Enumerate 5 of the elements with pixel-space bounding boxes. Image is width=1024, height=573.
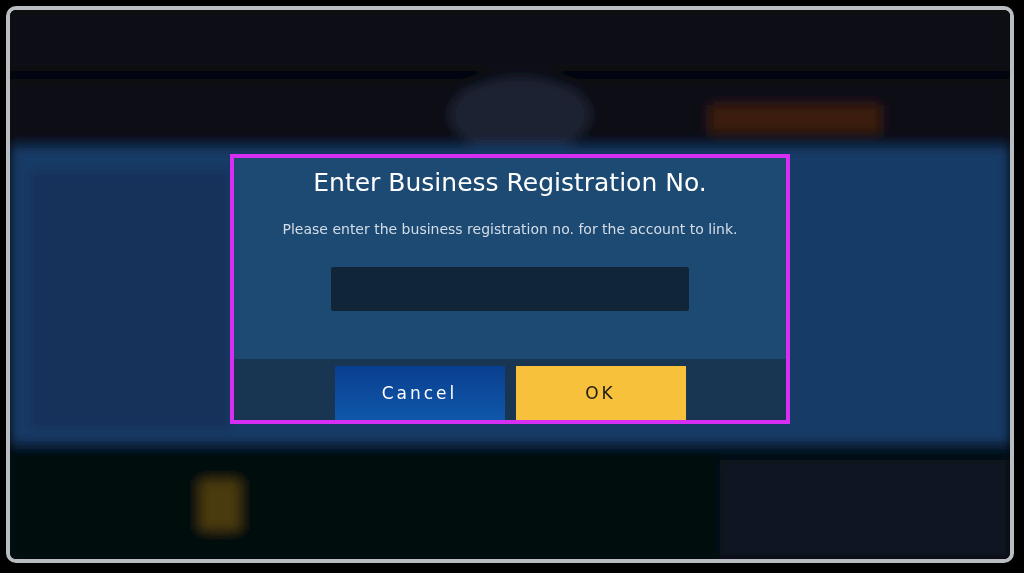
registration-number-field[interactable]: [331, 266, 689, 311]
cancel-button[interactable]: Cancel: [334, 365, 505, 420]
dialog-message: Please enter the business registration no. for the account to link.: [281, 220, 739, 237]
ok-button[interactable]: OK: [515, 365, 686, 420]
dialog-title: Enter Business Registration No.: [312, 166, 708, 197]
